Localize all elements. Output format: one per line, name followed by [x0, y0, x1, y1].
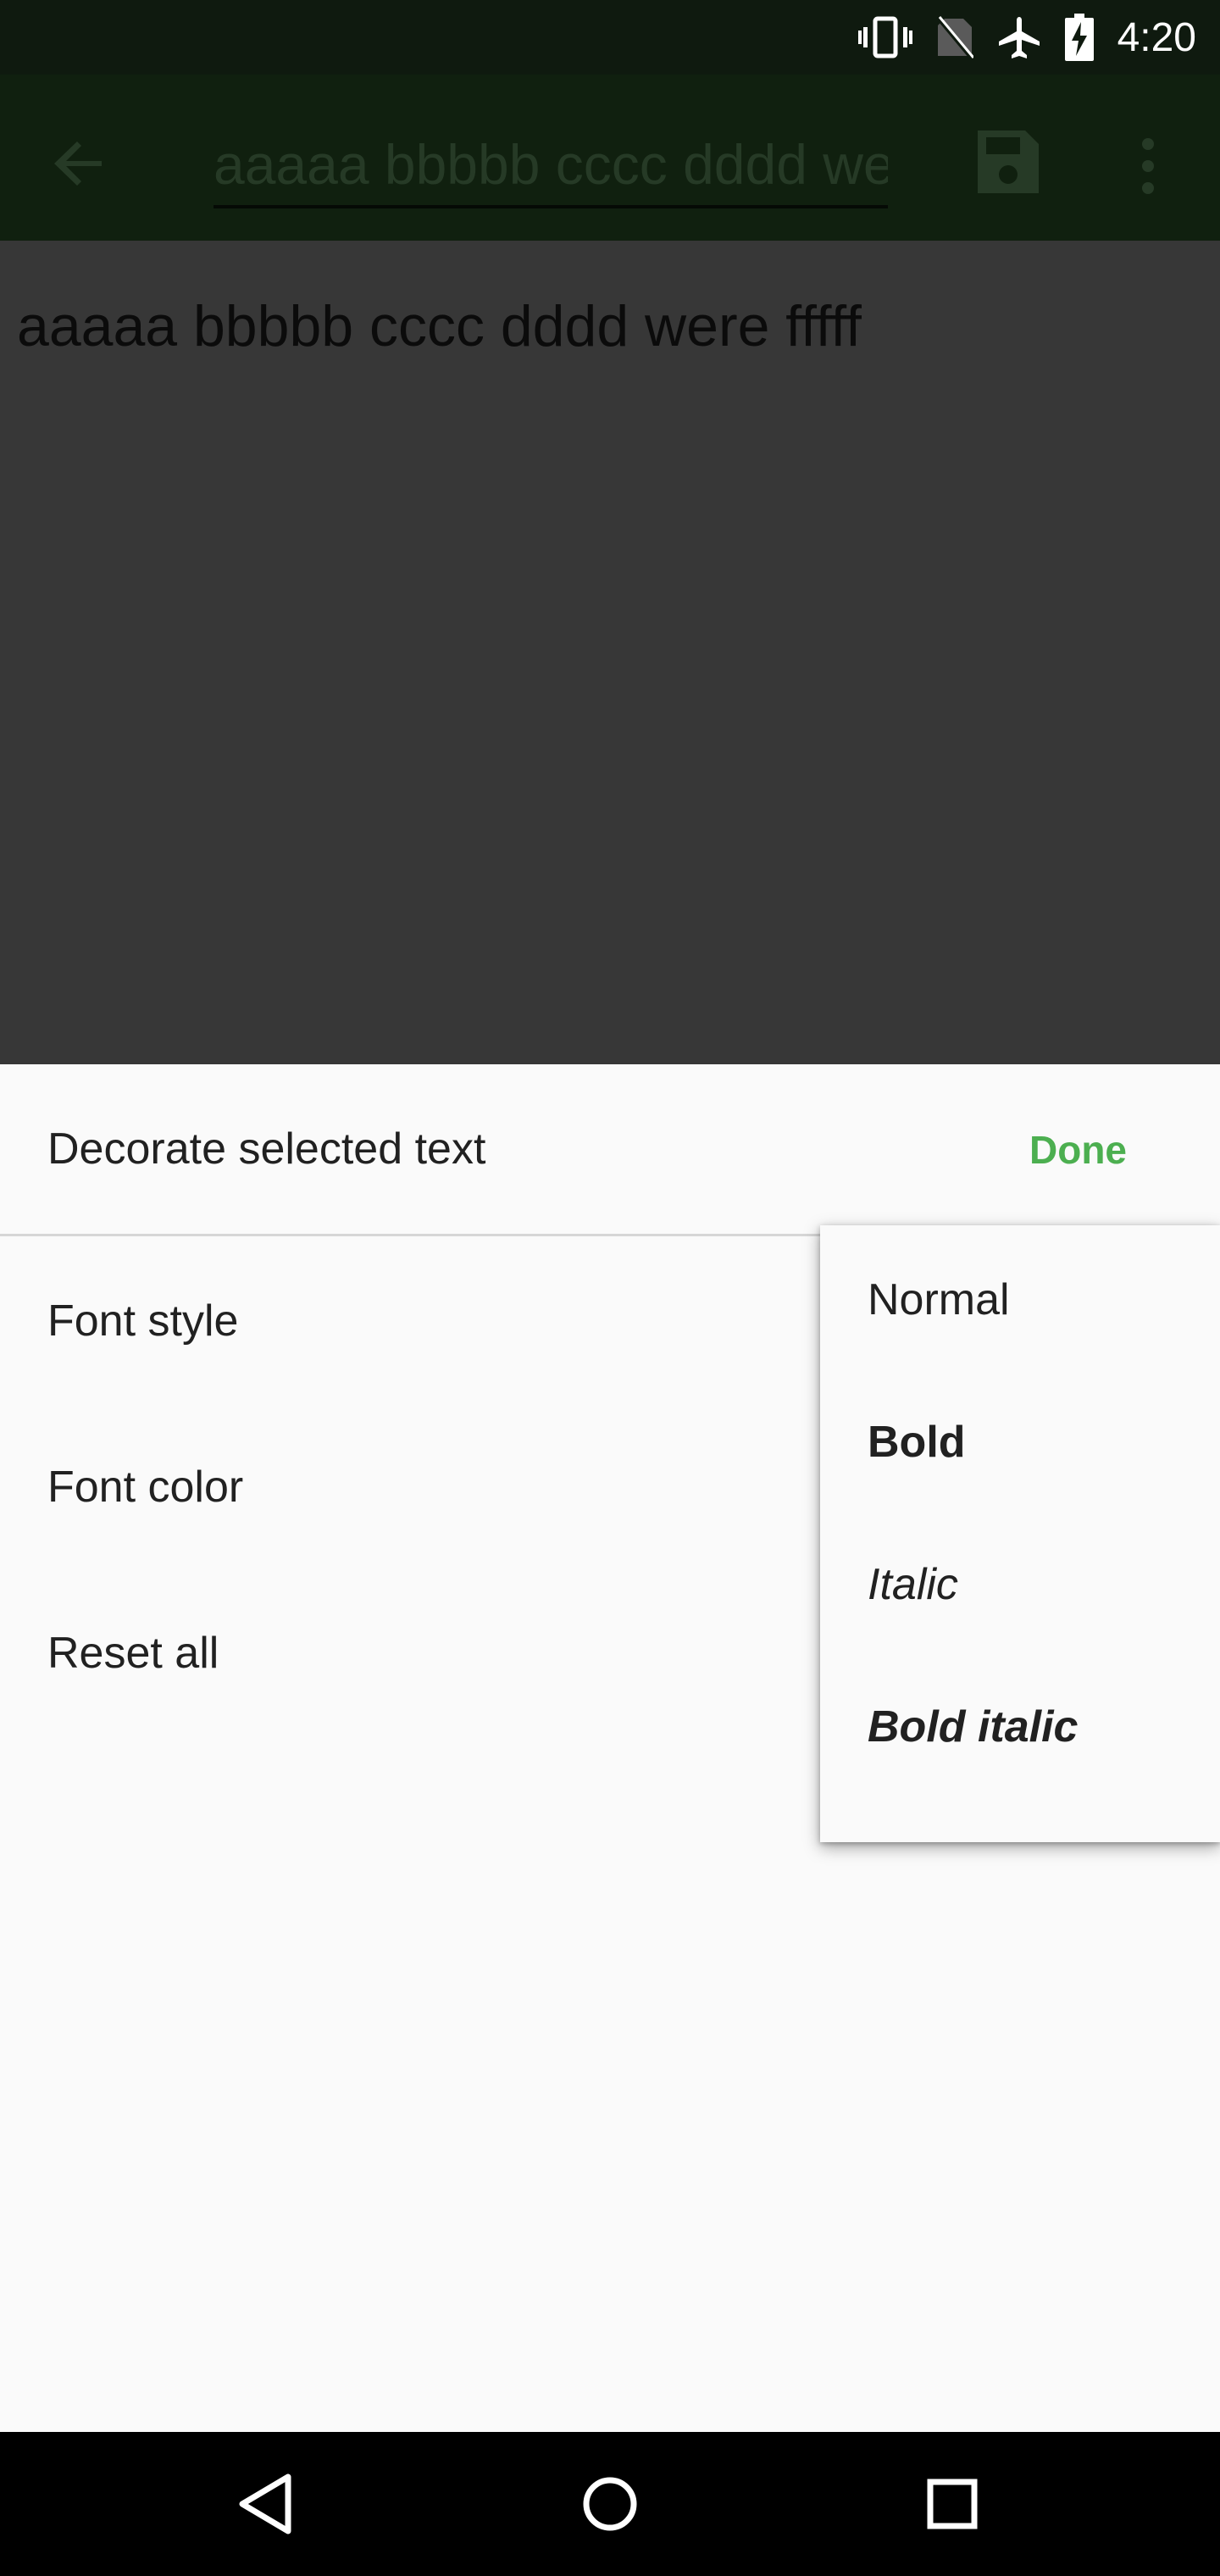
more-vert-icon[interactable]	[1127, 124, 1169, 208]
sheet-header: Decorate selected text Done	[0, 1064, 1220, 1234]
airplane-icon	[998, 17, 1040, 58]
save-icon[interactable]	[974, 124, 1042, 200]
menu-item-bold-label: Bold	[868, 1418, 966, 1467]
menu-item-bold-italic-label: Bold italic	[868, 1702, 1079, 1752]
status-bar: 4:20	[0, 0, 1220, 75]
arrow-back-icon[interactable]	[42, 125, 119, 202]
recents-square-icon[interactable]	[910, 2462, 995, 2546]
back-triangle-icon[interactable]	[225, 2462, 310, 2546]
font-color-label: Font color	[47, 1463, 244, 1512]
battery-charging-icon	[1064, 14, 1094, 61]
font-style-menu: Normal Bold Italic Bold italic	[820, 1225, 1220, 1842]
menu-item-normal-label: Normal	[868, 1275, 1010, 1324]
menu-item-bold-italic[interactable]: Bold italic	[820, 1652, 1220, 1795]
vibrate-icon	[857, 16, 912, 58]
note-title-input[interactable]	[214, 124, 888, 208]
done-button[interactable]: Done	[1029, 1127, 1127, 1173]
reset-all-label: Reset all	[47, 1629, 219, 1678]
menu-item-bold[interactable]: Bold	[820, 1368, 1220, 1510]
screen: 4:20 aaaaa bbbbb cccc dddd were fffff De…	[0, 0, 1220, 2576]
menu-item-italic[interactable]: Italic	[820, 1510, 1220, 1652]
home-circle-icon[interactable]	[568, 2462, 652, 2546]
status-icons: 4:20	[857, 0, 1196, 75]
menu-item-italic-label: Italic	[868, 1560, 958, 1609]
editor-area[interactable]: aaaaa bbbbb cccc dddd were fffff	[0, 241, 1220, 1064]
navigation-bar	[0, 2432, 1220, 2576]
no-sim-icon	[935, 15, 973, 59]
sheet-title: Decorate selected text	[47, 1124, 486, 1174]
font-style-label: Font style	[47, 1296, 239, 1346]
editor-text[interactable]: aaaaa bbbbb cccc dddd were fffff	[17, 293, 862, 359]
status-time: 4:20	[1117, 14, 1196, 60]
menu-item-normal[interactable]: Normal	[820, 1225, 1220, 1368]
app-bar	[0, 75, 1220, 241]
